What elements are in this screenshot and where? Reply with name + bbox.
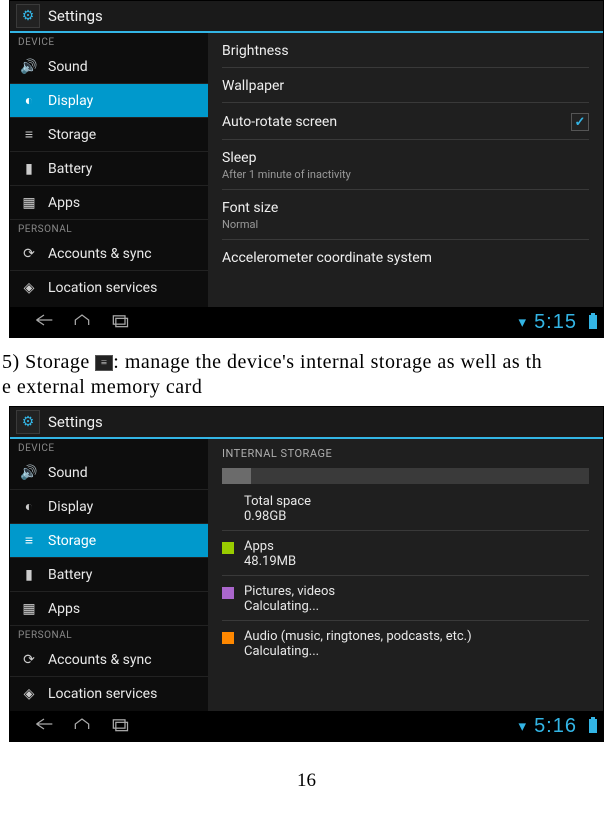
sidebar-item-apps[interactable]: ▦ Apps xyxy=(10,592,208,626)
sidebar-item-label: Accounts & sync xyxy=(48,652,152,668)
screenshot-storage-settings: ⚙ Settings DEVICE 🔊 Sound ◐ Display ≡ St… xyxy=(9,406,604,742)
sidebar-item-storage[interactable]: ≡ Storage xyxy=(10,524,208,558)
swatch-pictures xyxy=(222,587,234,599)
sidebar-item-label: Accounts & sync xyxy=(48,246,152,262)
wifi-icon: ▾ xyxy=(519,313,527,331)
sidebar-item-label: Sound xyxy=(48,59,88,75)
sidebar-item-label: Location services xyxy=(48,280,157,296)
sidebar-item-display[interactable]: ◐ Display xyxy=(10,490,208,524)
row-pictures-storage[interactable]: Pictures, videos Calculating... xyxy=(222,576,589,621)
settings-title: Settings xyxy=(48,7,103,25)
row-font-size[interactable]: Font size Normal xyxy=(222,190,589,240)
sidebar-item-label: Sound xyxy=(48,465,88,481)
sidebar-item-label: Storage xyxy=(48,533,96,549)
sidebar-item-display[interactable]: ◐ Display xyxy=(10,84,208,118)
row-accelerometer[interactable]: Accelerometer coordinate system xyxy=(222,240,589,274)
sidebar-item-battery[interactable]: ▮ Battery xyxy=(10,152,208,186)
row-total-space[interactable]: Total space 0.98GB xyxy=(222,486,589,531)
location-icon: ◈ xyxy=(20,280,38,296)
recent-apps-icon[interactable] xyxy=(110,312,130,332)
storage-bar-used-segment xyxy=(222,468,251,484)
settings-title: Settings xyxy=(48,413,103,431)
back-icon[interactable] xyxy=(34,716,54,736)
sidebar-item-label: Battery xyxy=(48,161,92,177)
row-brightness[interactable]: Brightness xyxy=(222,33,589,68)
sidebar-item-label: Battery xyxy=(48,567,92,583)
wifi-icon: ▾ xyxy=(519,717,527,735)
storage-section-header: INTERNAL STORAGE xyxy=(222,439,589,462)
battery-status-icon xyxy=(589,315,597,329)
back-icon[interactable] xyxy=(34,312,54,332)
document-paragraph: 5) Storage ≡: manage the device's intern… xyxy=(0,346,613,406)
settings-app-icon: ⚙ xyxy=(16,410,40,434)
swatch-none xyxy=(222,497,234,509)
sidebar-item-label: Apps xyxy=(48,601,80,617)
recent-apps-icon[interactable] xyxy=(110,716,130,736)
battery-icon: ▮ xyxy=(20,161,38,177)
swatch-apps xyxy=(222,542,234,554)
status-clock: 5:16 xyxy=(534,715,577,738)
auto-rotate-checkbox[interactable]: ✓ xyxy=(571,113,589,131)
category-personal: PERSONAL xyxy=(10,626,208,643)
sidebar-item-label: Display xyxy=(48,93,93,109)
battery-status-icon xyxy=(589,719,597,733)
screenshot-display-settings: ⚙ Settings DEVICE 🔊 Sound ◐ Display ≡ St… xyxy=(9,0,604,338)
row-auto-rotate[interactable]: Auto-rotate screen ✓ xyxy=(222,103,589,140)
sync-icon: ⟳ xyxy=(20,652,38,668)
sound-icon: 🔊 xyxy=(20,59,38,75)
row-apps-storage[interactable]: Apps 48.19MB xyxy=(222,531,589,576)
titlebar: ⚙ Settings xyxy=(10,407,603,439)
sidebar-item-label: Apps xyxy=(48,195,80,211)
sidebar-item-storage[interactable]: ≡ Storage xyxy=(10,118,208,152)
sidebar-item-sound[interactable]: 🔊 Sound xyxy=(10,456,208,490)
settings-sidebar: DEVICE 🔊 Sound ◐ Display ≡ Storage ▮ Bat… xyxy=(10,439,208,711)
sidebar-item-accounts[interactable]: ⟳ Accounts & sync xyxy=(10,643,208,677)
sidebar-item-label: Location services xyxy=(48,686,157,702)
category-device: DEVICE xyxy=(10,439,208,456)
settings-detail-panel: INTERNAL STORAGE Total space 0.98GB Apps xyxy=(208,439,603,711)
row-wallpaper[interactable]: Wallpaper xyxy=(222,68,589,103)
storage-icon: ≡ xyxy=(20,126,38,143)
row-audio-storage[interactable]: Audio (music, ringtones, podcasts, etc.)… xyxy=(222,621,589,665)
sidebar-item-label: Storage xyxy=(48,127,96,143)
titlebar: ⚙ Settings xyxy=(10,1,603,33)
apps-icon: ▦ xyxy=(20,195,38,211)
page-number: 16 xyxy=(0,770,613,792)
storage-inline-icon: ≡ xyxy=(95,355,113,371)
battery-icon: ▮ xyxy=(20,567,38,583)
system-navbar: ▾ 5:15 xyxy=(10,307,603,337)
status-clock: 5:15 xyxy=(534,311,577,334)
sidebar-item-apps[interactable]: ▦ Apps xyxy=(10,186,208,220)
sidebar-item-sound[interactable]: 🔊 Sound xyxy=(10,50,208,84)
sync-icon: ⟳ xyxy=(20,246,38,262)
settings-sidebar: DEVICE 🔊 Sound ◐ Display ≡ Storage ▮ Bat… xyxy=(10,33,208,307)
swatch-audio xyxy=(222,632,234,644)
settings-app-icon: ⚙ xyxy=(16,4,40,28)
row-sleep[interactable]: Sleep After 1 minute of inactivity xyxy=(222,140,589,190)
system-navbar: ▾ 5:16 xyxy=(10,711,603,741)
location-icon: ◈ xyxy=(20,686,38,702)
sidebar-item-accounts[interactable]: ⟳ Accounts & sync xyxy=(10,237,208,271)
settings-detail-panel: Brightness Wallpaper Auto-rotate screen … xyxy=(208,33,603,307)
category-personal: PERSONAL xyxy=(10,220,208,237)
sidebar-item-battery[interactable]: ▮ Battery xyxy=(10,558,208,592)
storage-icon: ≡ xyxy=(20,532,38,549)
display-icon: ◐ xyxy=(20,92,38,109)
category-device: DEVICE xyxy=(10,33,208,50)
sidebar-item-location[interactable]: ◈ Location services xyxy=(10,271,208,304)
sidebar-item-label: Display xyxy=(48,499,93,515)
sidebar-item-location[interactable]: ◈ Location services xyxy=(10,677,208,710)
storage-usage-bar xyxy=(222,468,589,484)
display-icon: ◐ xyxy=(20,498,38,515)
sound-icon: 🔊 xyxy=(20,465,38,481)
home-icon[interactable] xyxy=(72,716,92,736)
apps-icon: ▦ xyxy=(20,601,38,617)
home-icon[interactable] xyxy=(72,312,92,332)
